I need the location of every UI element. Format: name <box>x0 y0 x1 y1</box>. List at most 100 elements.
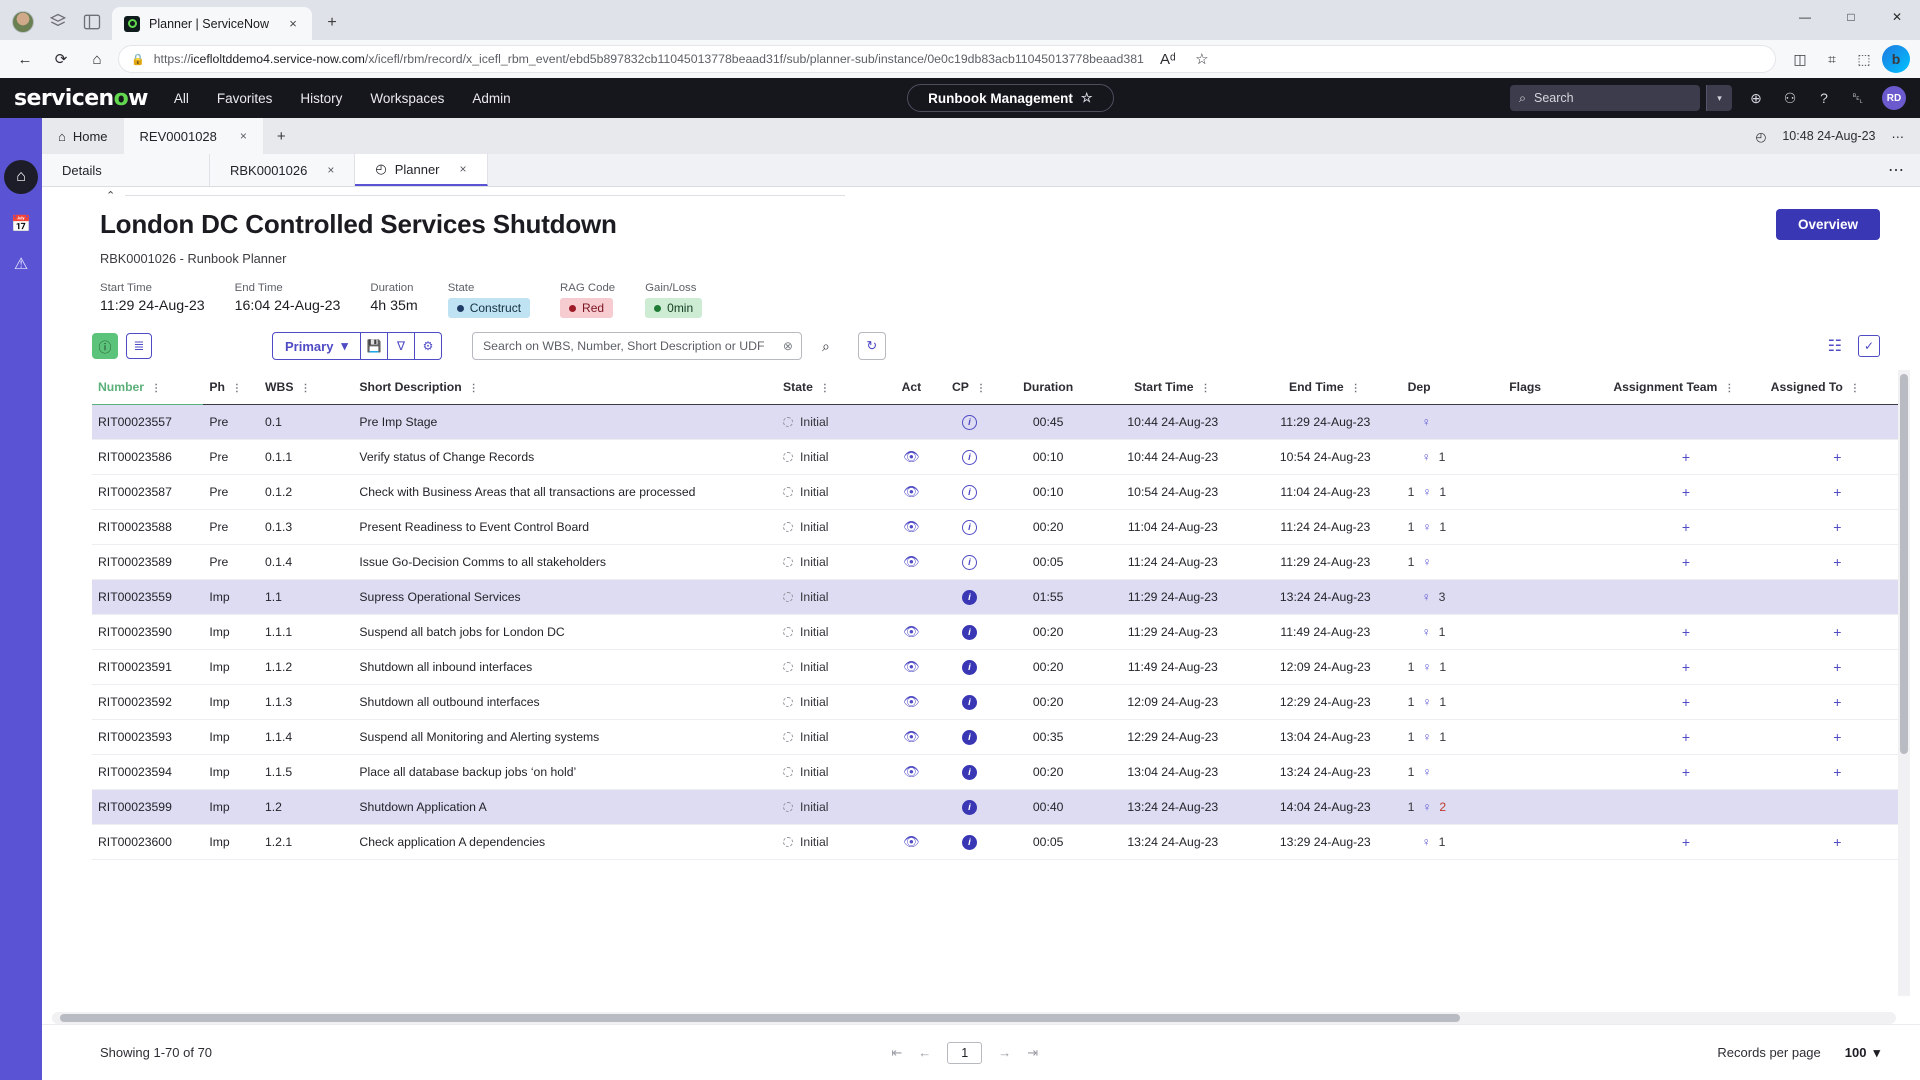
add-assignment-team-icon[interactable]: + <box>1682 519 1690 535</box>
close-icon[interactable]: × <box>460 162 467 176</box>
refresh-button[interactable]: ↻ <box>857 332 886 360</box>
cell-wbs[interactable]: 1.1.5 <box>259 754 354 790</box>
dependency-pin-icon[interactable]: ♀ <box>1422 835 1431 849</box>
clear-search-icon[interactable]: ⊗ <box>783 339 793 353</box>
column-header-number[interactable]: Number ⋮ <box>92 370 204 405</box>
add-assigned-to-icon[interactable]: + <box>1833 659 1841 675</box>
critical-path-info-icon[interactable]: i <box>961 415 977 430</box>
add-assignment-team-icon[interactable]: + <box>1682 554 1690 570</box>
column-menu-icon[interactable]: ⋮ <box>469 383 480 394</box>
add-assignment-team-icon[interactable]: + <box>1682 694 1690 710</box>
add-tab-icon[interactable]: + <box>263 118 300 154</box>
workspaces-icon[interactable] <box>48 12 68 32</box>
dependency-pin-icon[interactable]: ♀ <box>1422 660 1431 674</box>
cell-wbs[interactable]: 1.1 <box>259 579 354 615</box>
cell-dep[interactable]: 1 ♀ 1 <box>1401 474 1504 510</box>
info-toggle-button[interactable]: ⓘ <box>92 333 118 359</box>
column-header-short_description[interactable]: Short Description ⋮ <box>353 370 778 405</box>
notifications-bell-icon[interactable]: ␇ <box>1848 90 1868 107</box>
cell-assigned-to[interactable]: + <box>1764 614 1910 650</box>
select-all-button[interactable]: ✓ <box>1858 335 1880 357</box>
add-assigned-to-icon[interactable]: + <box>1833 834 1841 850</box>
cell-assigned-to[interactable]: + <box>1764 439 1910 475</box>
dependency-pin-icon[interactable]: ♀ <box>1422 415 1431 429</box>
workspace-tab-home[interactable]: ⌂ Home <box>42 118 124 154</box>
table-row[interactable]: RIT00023600 Imp 1.2.1 Check application A d… <box>92 824 1910 860</box>
cell-cp[interactable]: i <box>939 439 1000 475</box>
horizontal-scrollbar[interactable] <box>52 1012 1896 1024</box>
cell-cp[interactable]: i <box>939 404 1000 440</box>
browser-tab-planner[interactable]: Planner | ServiceNow × <box>112 7 312 40</box>
primary-view-dropdown[interactable]: Primary ▾ <box>272 332 361 360</box>
eye-icon[interactable]: 👁 <box>903 484 920 499</box>
critical-path-info-icon[interactable]: i <box>961 695 977 710</box>
table-row[interactable]: RIT00023599 Imp 1.2 Shutdown Application A I… <box>92 789 1910 825</box>
cell-wbs[interactable]: 0.1.1 <box>259 439 354 475</box>
cell-dep[interactable]: ♀ 1 <box>1401 824 1504 860</box>
cell-wbs[interactable]: 1.2.1 <box>259 824 354 860</box>
table-row[interactable]: RIT00023592 Imp 1.1.3 Shutdown all outbound… <box>92 684 1910 720</box>
cell-wbs[interactable]: 0.1.4 <box>259 544 354 580</box>
search-scope-caret-icon[interactable]: ▾ <box>1706 85 1732 111</box>
prev-page-icon[interactable]: ← <box>918 1045 931 1060</box>
cell-cp[interactable]: i <box>939 544 1000 580</box>
globe-icon[interactable]: ⊕ <box>1746 90 1766 107</box>
address-bar[interactable]: 🔒 https://icefloltddemo4.service-now.com… <box>118 45 1776 73</box>
cell-wbs[interactable]: 1.1.4 <box>259 719 354 755</box>
column-settings-icon[interactable]: ☷ <box>1828 336 1842 356</box>
vertical-scrollbar-thumb[interactable] <box>1900 374 1908 754</box>
table-row[interactable]: RIT00023589 Pre 0.1.4 Issue Go-Decision Com… <box>92 544 1910 580</box>
add-assignment-team-icon[interactable]: + <box>1682 624 1690 640</box>
cell-dep[interactable]: 1 ♀ 2 <box>1401 789 1504 825</box>
column-header-state[interactable]: State ⋮ <box>777 370 884 405</box>
eye-icon[interactable]: 👁 <box>903 449 920 464</box>
cell-number[interactable]: RIT00023586 <box>92 439 204 475</box>
rail-home-icon[interactable]: ⌂ <box>4 160 38 194</box>
table-row[interactable]: RIT00023594 Imp 1.1.5 Place all database ba… <box>92 754 1910 790</box>
column-header-act[interactable]: Act <box>883 370 940 405</box>
cell-dep[interactable]: ♀ <box>1401 404 1504 440</box>
dependency-pin-icon[interactable]: ♀ <box>1422 520 1431 534</box>
cell-wbs[interactable]: 1.1.1 <box>259 614 354 650</box>
cell-act[interactable]: 👁 <box>883 509 940 545</box>
cell-act[interactable]: 👁 <box>883 684 940 720</box>
column-menu-icon[interactable]: ⋮ <box>232 383 243 394</box>
cell-dep[interactable]: 1 ♀ 1 <box>1401 649 1504 685</box>
tab-details[interactable]: Details <box>42 154 210 186</box>
cell-assigned-to[interactable]: + <box>1764 754 1910 790</box>
add-assigned-to-icon[interactable]: + <box>1833 554 1841 570</box>
dependency-pin-icon[interactable]: ♀ <box>1422 800 1431 814</box>
table-row[interactable]: RIT00023591 Imp 1.1.2 Shutdown all inbound … <box>92 649 1910 685</box>
cell-cp[interactable]: i <box>939 474 1000 510</box>
critical-path-info-icon[interactable]: i <box>961 835 977 850</box>
column-menu-icon[interactable]: ⋮ <box>300 383 311 394</box>
nav-favorites[interactable]: Favorites <box>217 91 273 106</box>
column-menu-icon[interactable]: ⋮ <box>1850 383 1861 394</box>
overview-button[interactable]: Overview <box>1775 209 1880 240</box>
cell-cp[interactable]: i <box>939 684 1000 720</box>
critical-path-info-icon[interactable]: i <box>961 660 977 675</box>
column-header-dep[interactable]: Dep <box>1401 370 1504 405</box>
critical-path-info-icon[interactable]: i <box>961 450 977 465</box>
cell-wbs[interactable]: 1.1.2 <box>259 649 354 685</box>
cell-cp[interactable]: i <box>939 614 1000 650</box>
cell-assignment-team[interactable]: + <box>1607 649 1765 685</box>
tab-planner[interactable]: ◴ Planner × <box>355 154 488 186</box>
cell-assignment-team[interactable]: + <box>1607 614 1765 650</box>
cell-cp[interactable]: i <box>939 579 1000 615</box>
cell-assigned-to[interactable]: + <box>1764 509 1910 545</box>
split-screen-icon[interactable]: ◫ <box>1786 45 1814 73</box>
eye-icon[interactable]: 👁 <box>903 554 920 569</box>
cell-dep[interactable]: ♀ 1 <box>1401 614 1504 650</box>
column-header-flags[interactable]: Flags <box>1503 370 1608 405</box>
cell-cp[interactable]: i <box>939 754 1000 790</box>
servicenow-logo[interactable]: servicenow <box>14 86 148 111</box>
cell-number[interactable]: RIT00023599 <box>92 789 204 825</box>
app-name-pill[interactable]: Runbook Management ☆ <box>907 84 1114 112</box>
critical-path-info-icon[interactable]: i <box>961 555 977 570</box>
cell-assignment-team[interactable]: + <box>1607 509 1765 545</box>
run-search-icon[interactable]: ⌕ <box>822 338 830 355</box>
critical-path-info-icon[interactable]: i <box>961 520 977 535</box>
cell-dep[interactable]: 1 ♀ 1 <box>1401 509 1504 545</box>
add-assignment-team-icon[interactable]: + <box>1682 764 1690 780</box>
